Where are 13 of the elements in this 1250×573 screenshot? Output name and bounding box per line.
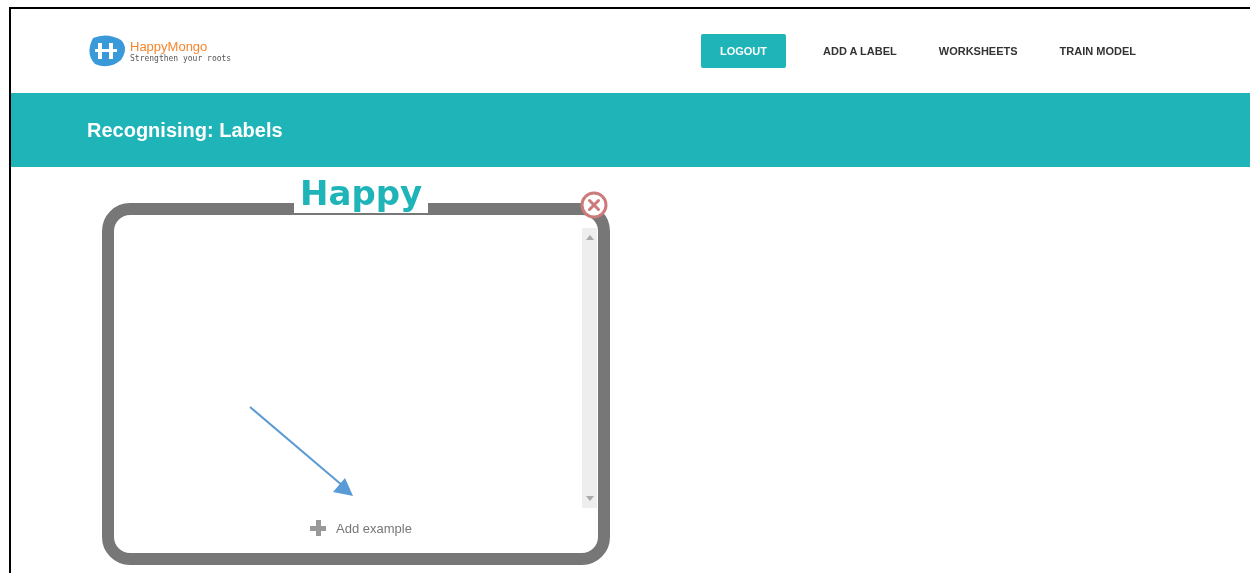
- nav-link[interactable]: ADD A LABEL: [808, 34, 912, 68]
- brand-tagline: Strengthen your roots: [130, 54, 232, 63]
- add-example-button[interactable]: Add example: [308, 518, 414, 538]
- logo-icon: [87, 34, 127, 68]
- brand-name: HappyMongo: [130, 39, 208, 54]
- scrollbar[interactable]: [582, 228, 597, 508]
- plus-icon: [310, 520, 327, 536]
- scroll-up-icon[interactable]: [585, 234, 594, 240]
- close-icon[interactable]: [580, 191, 608, 219]
- nav-link[interactable]: WORKSHEETS: [923, 34, 1033, 68]
- page-title: Recognising: Labels: [87, 118, 283, 142]
- scroll-down-icon[interactable]: [585, 496, 594, 502]
- nav-link[interactable]: TRAIN MODEL: [1044, 34, 1151, 68]
